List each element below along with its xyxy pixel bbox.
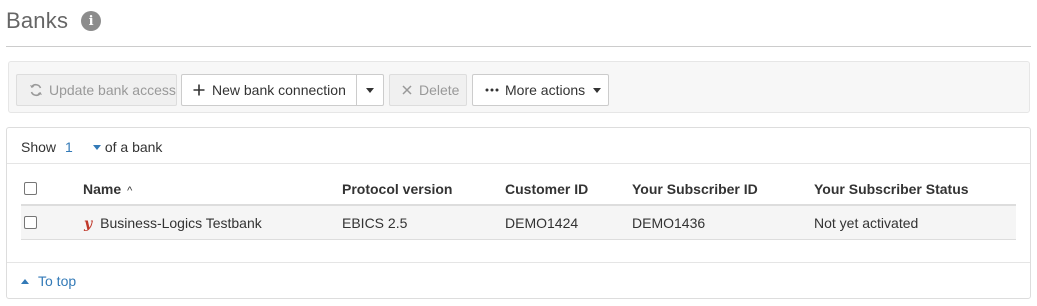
column-header-name-label: Name (83, 181, 122, 197)
new-bank-connection-label: New bank connection (212, 82, 346, 98)
more-actions-label: More actions (505, 82, 586, 98)
refresh-icon (29, 83, 43, 97)
header-divider (6, 46, 1031, 47)
more-actions-button[interactable]: More actions (472, 74, 609, 106)
chevron-down-icon[interactable] (92, 144, 101, 150)
page-title: Banks (6, 8, 69, 33)
table-header: Name ^ Protocol version Customer ID Your … (21, 172, 1016, 206)
update-bank-access-label: Update bank access (49, 82, 176, 98)
bank-name[interactable]: Business-Logics Testbank (100, 215, 262, 231)
close-icon (401, 84, 413, 96)
chevron-down-icon (366, 87, 374, 93)
column-header-name[interactable]: Name ^ (83, 181, 132, 197)
subscriber-id-cell: DEMO1436 (632, 215, 706, 231)
select-all-checkbox[interactable] (24, 182, 37, 195)
customer-id-cell: DEMO1424 (505, 215, 579, 231)
delete-button[interactable]: Delete (389, 74, 467, 106)
row-checkbox[interactable] (24, 216, 37, 229)
bank-name-cell: y Business-Logics Testbank (84, 215, 262, 232)
panel-divider (7, 163, 1030, 164)
page-size-selector: Show 1 of a bank (21, 139, 162, 155)
show-suffix: of a bank (104, 139, 163, 155)
delete-label: Delete (419, 82, 460, 98)
show-count[interactable]: 1 (65, 139, 73, 155)
banks-panel: Show 1 of a bank Name ^ Protocol version … (6, 127, 1031, 299)
subscriber-status-cell: Not yet activated (814, 215, 919, 231)
sort-ascending-icon: ^ (127, 185, 133, 197)
to-top-link[interactable]: To top (21, 273, 76, 289)
show-prefix: Show (21, 139, 57, 155)
column-header-protocol[interactable]: Protocol version (342, 181, 452, 197)
to-top-label: To top (38, 273, 77, 289)
info-icon[interactable]: i (81, 11, 102, 31)
panel-footer-divider (7, 262, 1030, 263)
new-bank-connection-button[interactable]: New bank connection (181, 74, 357, 106)
ellipsis-icon (485, 88, 499, 92)
page-header: Banks i (6, 6, 102, 36)
column-header-subscriber-status[interactable]: Your Subscriber Status (814, 181, 969, 197)
banks-table: Name ^ Protocol version Customer ID Your … (21, 172, 1016, 240)
column-header-customer-id[interactable]: Customer ID (505, 181, 588, 197)
chevron-up-icon (21, 278, 29, 284)
plus-icon (192, 83, 206, 97)
table-row[interactable]: y Business-Logics Testbank EBICS 2.5 DEMO… (21, 206, 1016, 240)
new-bank-connection-dropdown[interactable] (356, 74, 384, 106)
protocol-version-cell: EBICS 2.5 (342, 215, 408, 231)
chevron-down-icon (593, 87, 602, 93)
column-header-subscriber-id[interactable]: Your Subscriber ID (632, 181, 758, 197)
bank-logo-icon: y (84, 216, 93, 232)
toolbar: Update bank access New bank connection D… (8, 61, 1030, 113)
update-bank-access-button[interactable]: Update bank access (16, 74, 177, 106)
